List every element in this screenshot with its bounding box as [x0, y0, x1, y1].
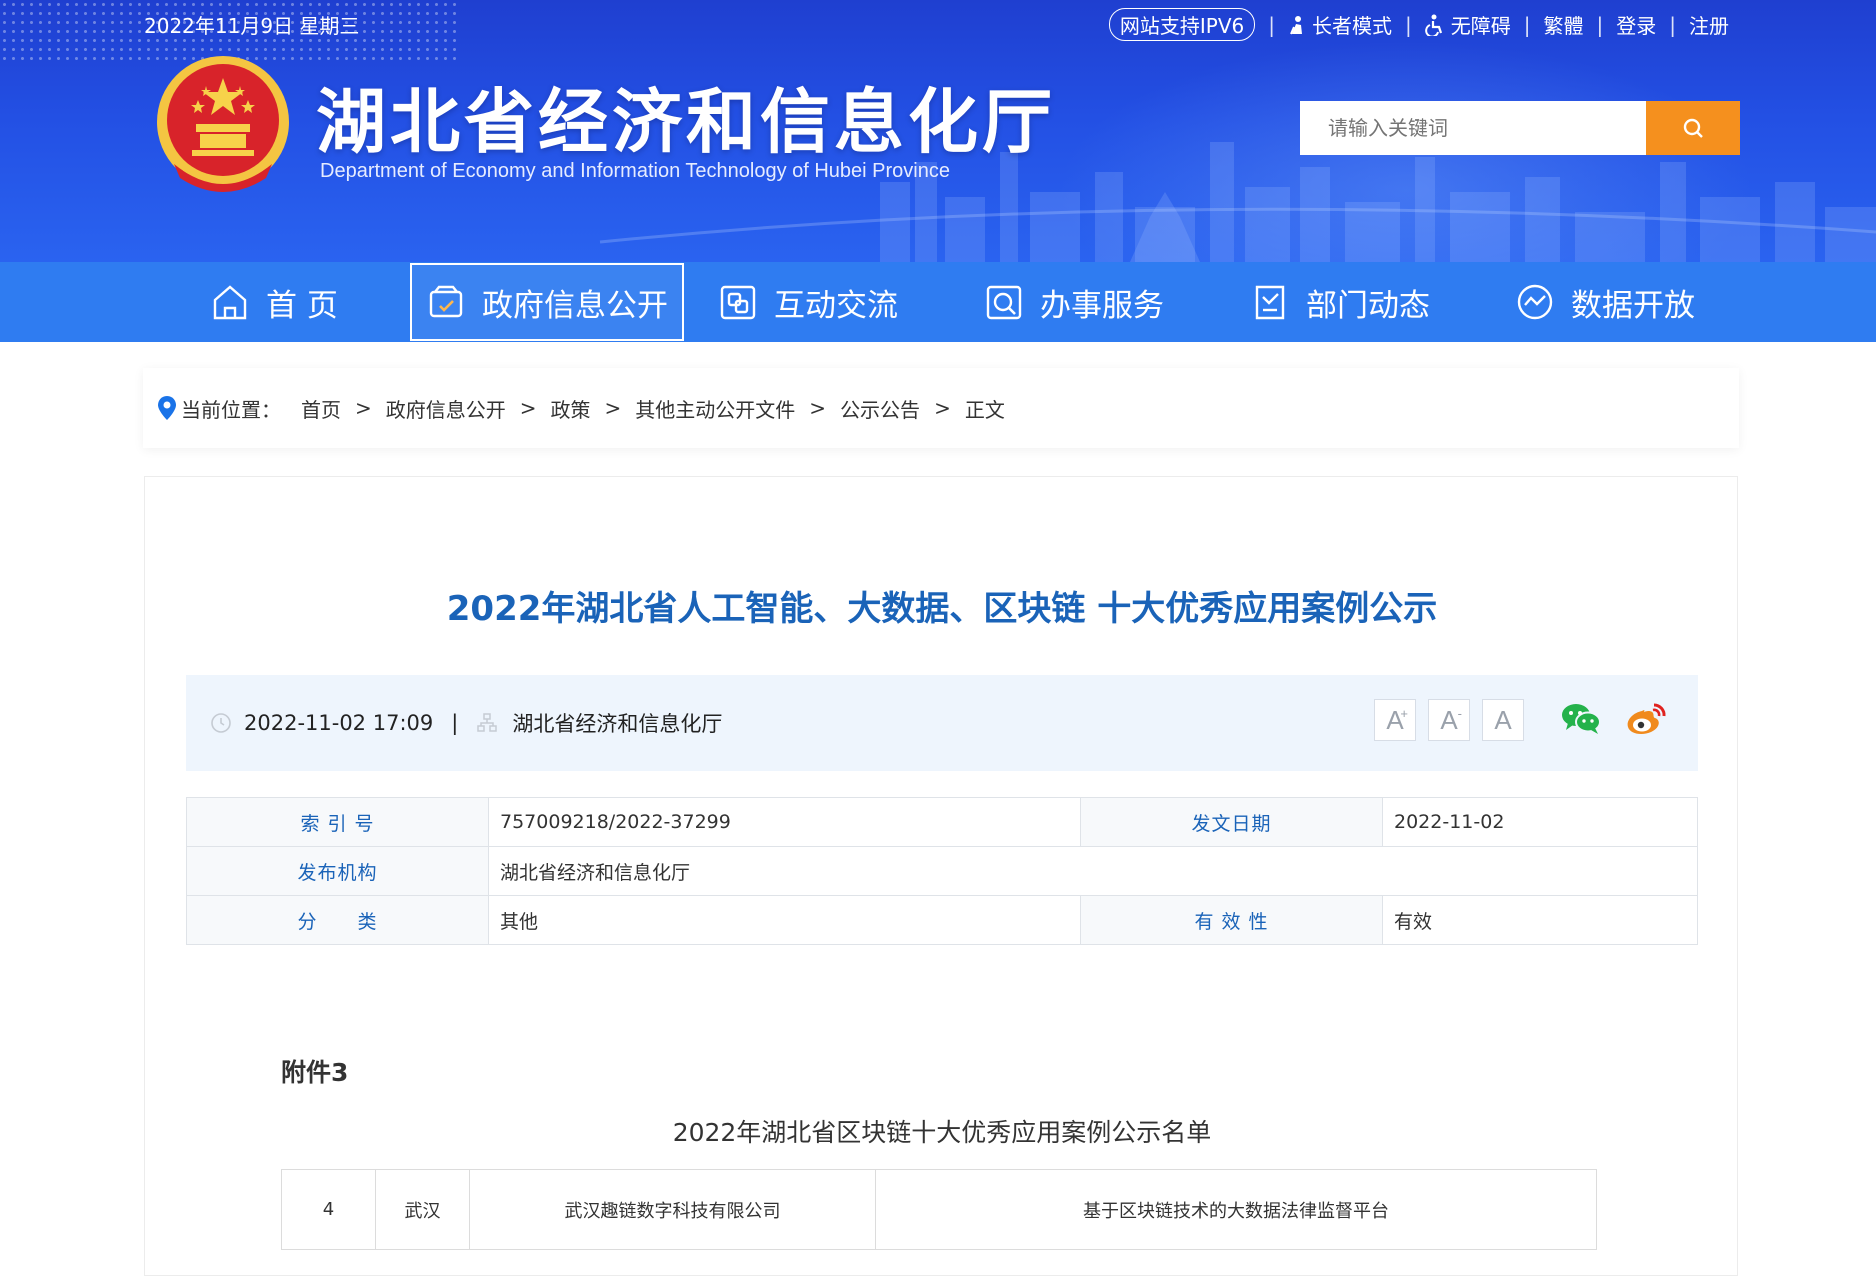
- article-meta-bar: 2022-11-02 17:09 | 湖北省经济和信息化厅 A + A- A: [186, 675, 1698, 771]
- article-title: 2022年湖北省人工智能、大数据、区块链 十大优秀应用案例公示: [446, 589, 1438, 629]
- table-row: 索 引 号 757009218/2022-37299 发文日期 2022-11-…: [186, 797, 1698, 847]
- issue-date-label: 发文日期: [1080, 797, 1383, 847]
- font-increase-button[interactable]: A +: [1374, 699, 1416, 741]
- breadcrumb: 当前位置： 首页 > 政府信息公开 > 政策 > 其他主动公开文件 > 公示公告…: [143, 368, 1739, 448]
- validity-label: 有 效 性: [1080, 895, 1383, 945]
- source-name: 湖北省经济和信息化厅: [512, 712, 723, 736]
- font-size-controls: A + A- A: [1374, 699, 1524, 741]
- nav-item-interaction[interactable]: 互动交流: [718, 262, 898, 342]
- elder-mode-link[interactable]: 长者模式: [1288, 10, 1392, 39]
- row-city: 武汉: [375, 1169, 470, 1250]
- article-source: 湖北省经济和信息化厅: [476, 708, 722, 738]
- publisher-value: 湖北省经济和信息化厅: [488, 846, 1698, 896]
- table-row: 分 类 其他 有 效 性 有效: [186, 895, 1698, 945]
- index-number-value: 757009218/2022-37299: [488, 797, 1081, 847]
- separator: |: [1405, 12, 1412, 37]
- login-link[interactable]: 登录: [1616, 10, 1656, 39]
- search-input[interactable]: [1300, 101, 1646, 155]
- nav-item-services[interactable]: 办事服务: [984, 262, 1164, 342]
- traditional-chinese-link[interactable]: 繁體: [1544, 10, 1584, 39]
- row-number: 4: [281, 1169, 376, 1250]
- breadcrumb-item[interactable]: 政策: [551, 394, 591, 423]
- nav-label: 办事服务: [1040, 287, 1164, 324]
- nav-label: 政府信息公开: [482, 287, 668, 324]
- table-row: 4 武汉 武汉趣链数字科技有限公司 基于区块链技术的大数据法律监督平台: [281, 1169, 1597, 1250]
- separator: |: [1523, 12, 1531, 37]
- clock-icon: [211, 713, 231, 733]
- location-pin-icon: [158, 396, 176, 420]
- register-link[interactable]: 注册: [1689, 10, 1729, 39]
- site-subtitle: Department of Economy and Information Te…: [320, 160, 950, 182]
- table-row: 发布机构 湖北省经济和信息化厅: [186, 846, 1698, 896]
- breadcrumb-separator: >: [809, 396, 827, 420]
- separator: |: [451, 711, 459, 735]
- nav-item-dept-news[interactable]: 部门动态: [1250, 262, 1430, 342]
- ipv6-badge: 网站支持IPV6: [1108, 8, 1256, 41]
- breadcrumb-item[interactable]: 首页: [301, 394, 341, 423]
- current-date: 2022年11月9日 星期三: [144, 14, 360, 38]
- site-title: 湖北省经济和信息化厅: [316, 81, 1056, 163]
- category-value: 其他: [488, 895, 1081, 945]
- elder-person-icon: [1290, 15, 1302, 34]
- nav-label: 互动交流: [774, 287, 898, 324]
- nav-item-open-data[interactable]: 数据开放: [1515, 262, 1695, 342]
- breadcrumb-separator: >: [519, 396, 537, 420]
- wechat-icon[interactable]: [1560, 701, 1602, 737]
- breadcrumb-separator: >: [604, 396, 622, 420]
- main-nav: 首 页 政府信息公开 互动交流 办事服务 部门动态 数据开放: [0, 262, 1876, 342]
- article-card: 2022年湖北省人工智能、大数据、区块链 十大优秀应用案例公示 2022-11-…: [144, 476, 1738, 1276]
- national-emblem-logo[interactable]: [154, 54, 292, 200]
- wheelchair-icon: [1424, 14, 1442, 36]
- organization-icon: [477, 713, 498, 732]
- breadcrumb-separator: >: [355, 396, 372, 420]
- home-icon: [213, 285, 247, 320]
- row-project: 基于区块链技术的大数据法律监督平台: [875, 1169, 1597, 1250]
- breadcrumb-separator: >: [934, 396, 951, 420]
- separator: |: [1268, 12, 1275, 37]
- nav-item-gov-info[interactable]: 政府信息公开: [410, 263, 684, 341]
- nav-label: 数据开放: [1571, 287, 1695, 324]
- search-box: [1300, 101, 1740, 155]
- issue-date-value: 2022-11-02: [1382, 797, 1698, 847]
- font-decrease-label: A: [1440, 704, 1458, 735]
- publisher-label: 发布机构: [186, 846, 489, 896]
- data-icon: [1517, 284, 1553, 320]
- breadcrumb-item[interactable]: 其他主动公开文件: [635, 394, 795, 423]
- nav-label: 部门动态: [1306, 287, 1430, 324]
- breadcrumb-current: 正文: [964, 397, 1005, 422]
- row-company: 武汉趣链数字科技有限公司: [469, 1169, 876, 1250]
- weibo-icon[interactable]: [1624, 701, 1668, 737]
- font-reset-label: A: [1494, 704, 1512, 735]
- breadcrumb-label: 当前位置：: [181, 397, 281, 422]
- search-icon: [1683, 118, 1703, 138]
- accessibility-link[interactable]: 无障碍: [1424, 10, 1511, 39]
- nav-item-home[interactable]: 首 页: [210, 262, 338, 342]
- attachment-heading: 附件3: [281, 1058, 349, 1087]
- nav-label: 首 页: [266, 287, 338, 324]
- publish-datetime: 2022-11-02 17:09: [244, 711, 434, 735]
- separator: |: [1669, 12, 1676, 37]
- document-info-table: 索 引 号 757009218/2022-37299 发文日期 2022-11-…: [186, 797, 1698, 945]
- font-decrease-button[interactable]: A-: [1428, 699, 1470, 741]
- share-buttons: [1560, 701, 1668, 737]
- info-disclosure-icon: [429, 285, 463, 318]
- publish-time: 2022-11-02 17:09: [210, 711, 433, 735]
- breadcrumb-item[interactable]: 公示公告: [840, 394, 920, 423]
- elder-mode-label: 长者模式: [1312, 14, 1392, 38]
- attachment-list-title: 2022年湖北省区块链十大优秀应用案例公示名单: [672, 1118, 1212, 1147]
- validity-value: 有效: [1382, 895, 1698, 945]
- top-utility-bar: 网站支持IPV6 | 长者模式 | 无障碍 | 繁體 | 登录 | 注册: [1108, 8, 1729, 41]
- case-list-table: 4 武汉 武汉趣链数字科技有限公司 基于区块链技术的大数据法律监督平台: [281, 1169, 1597, 1250]
- index-number-label: 索 引 号: [186, 797, 489, 847]
- breadcrumb-item[interactable]: 政府信息公开: [386, 394, 506, 423]
- search-button[interactable]: [1646, 101, 1740, 155]
- font-reset-button[interactable]: A: [1482, 699, 1524, 741]
- interaction-icon: [720, 285, 756, 320]
- news-icon: [1255, 285, 1285, 320]
- site-header: 2022年11月9日 星期三 网站支持IPV6 | 长者模式 | 无障碍 | 繁…: [0, 0, 1876, 262]
- accessibility-label: 无障碍: [1450, 14, 1511, 38]
- category-label: 分 类: [186, 895, 489, 945]
- separator: |: [1596, 12, 1604, 37]
- service-icon: [986, 285, 1022, 320]
